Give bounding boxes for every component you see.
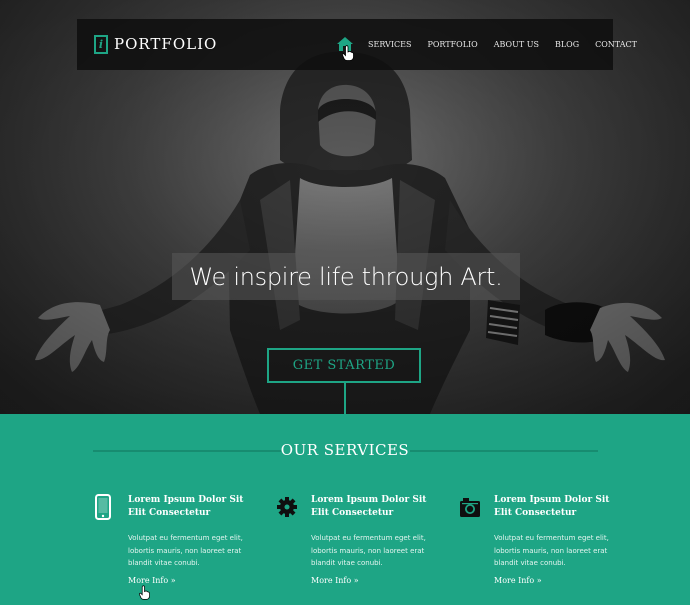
service-description: Volutpat eu fermentum eget elit, loborti…: [311, 532, 451, 570]
service-heading: Lorem Ipsum Dolor Sit Elit Consectetur: [311, 494, 451, 520]
logo[interactable]: i PORTFOLIO: [94, 33, 217, 55]
hand-cursor-icon: [139, 585, 150, 600]
nav-item-contact[interactable]: CONTACT: [595, 40, 637, 49]
get-started-button[interactable]: GET STARTED: [267, 348, 421, 383]
hero-tagline: We inspire life through Art.: [189, 262, 503, 291]
service-body-line-3: blandit vitae conubi.: [494, 559, 566, 567]
service-body-line-1: Volutpat eu fermentum eget elit,: [128, 534, 243, 542]
nav-item-services[interactable]: SERVICES: [368, 40, 411, 49]
hand-cursor-icon: [342, 45, 354, 61]
service-heading-line-1: Lorem Ipsum Dolor Sit: [128, 495, 244, 505]
cta-connector-line: [344, 383, 346, 414]
service-heading-line-2: Elit Consectetur: [494, 508, 577, 518]
service-body-line-2: lobortis mauris, non laoreet erat: [311, 546, 425, 555]
more-info-link[interactable]: More Info »: [494, 576, 542, 585]
camera-icon: [460, 498, 480, 517]
service-body-line-2: lobortis mauris, non laoreet erat: [128, 546, 242, 555]
logo-text: PORTFOLIO: [114, 35, 218, 53]
service-description: Volutpat eu fermentum eget elit, loborti…: [128, 532, 268, 570]
service-heading-line-2: Elit Consectetur: [311, 508, 394, 518]
smartphone-icon: [95, 494, 111, 520]
tagline-banner: We inspire life through Art.: [172, 253, 520, 300]
hero-section: i PORTFOLIO SERVICES PORTFOLIO ABOUT US …: [0, 0, 690, 414]
service-heading-line-1: Lorem Ipsum Dolor Sit: [494, 495, 610, 505]
service-heading-line-1: Lorem Ipsum Dolor Sit: [311, 495, 427, 505]
gear-icon: [277, 497, 297, 517]
service-heading: Lorem Ipsum Dolor Sit Elit Consectetur: [494, 494, 634, 520]
service-body-line-1: Volutpat eu fermentum eget elit,: [311, 534, 426, 542]
service-heading: Lorem Ipsum Dolor Sit Elit Consectetur: [128, 494, 268, 520]
more-info-link[interactable]: More Info »: [311, 576, 359, 585]
logo-mark-icon: i: [94, 34, 108, 54]
nav-menu: SERVICES PORTFOLIO ABOUT US BLOG CONTACT: [368, 19, 653, 70]
nav-item-portfolio[interactable]: PORTFOLIO: [427, 40, 477, 49]
service-body-line-3: blandit vitae conubi.: [128, 559, 200, 567]
logo-letter: i: [98, 37, 104, 51]
nav-item-about-us[interactable]: ABOUT US: [494, 40, 539, 49]
service-heading-line-2: Elit Consectetur: [128, 508, 211, 518]
service-body-line-2: lobortis mauris, non laoreet erat: [494, 546, 608, 555]
service-body-line-1: Volutpat eu fermentum eget elit,: [494, 534, 609, 542]
service-description: Volutpat eu fermentum eget elit, loborti…: [494, 532, 634, 570]
nav-item-blog[interactable]: BLOG: [555, 40, 579, 49]
divider-right: [410, 450, 598, 452]
service-body-line-3: blandit vitae conubi.: [311, 559, 383, 567]
more-info-link[interactable]: More Info »: [128, 576, 176, 585]
